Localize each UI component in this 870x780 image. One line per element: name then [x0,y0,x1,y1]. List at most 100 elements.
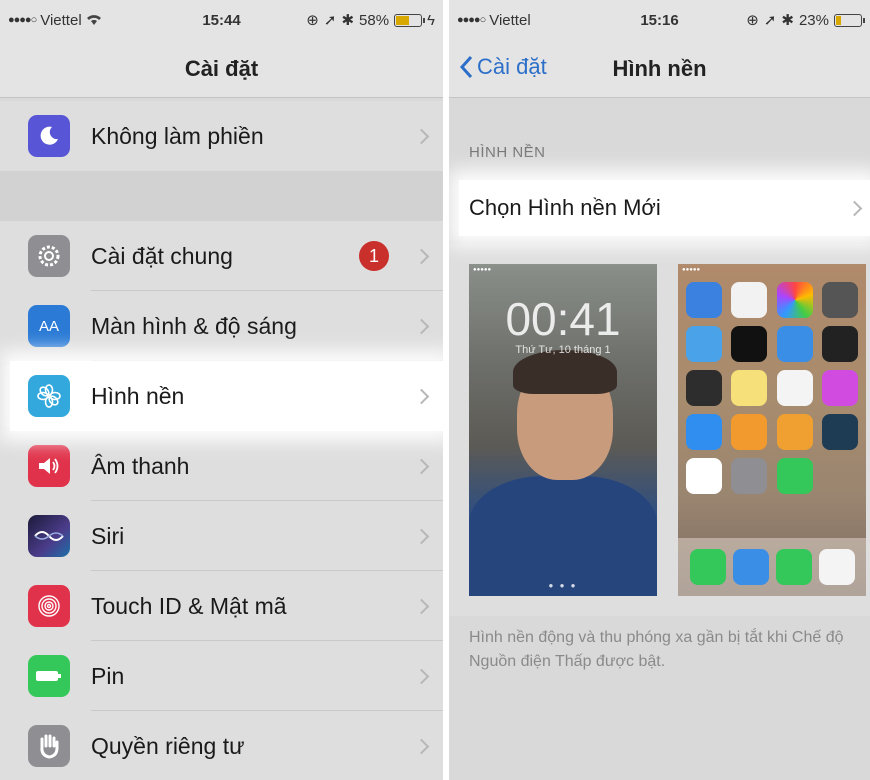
settings-item-do-not-disturb[interactable]: Không làm phiền [0,101,443,171]
facetime-app-icon [776,458,813,494]
battery-icon [394,13,426,27]
settings-item-label: Quyền riêng tư [91,732,245,759]
clock: 15:44 [202,11,241,29]
safari-app-icon [732,549,769,585]
moon-icon [28,115,70,157]
app-icon-grid [686,282,858,494]
status-right: ⊕ ➚ ✱ 58% ϟ [306,11,435,30]
carrier-name: Viettel [489,11,531,29]
settings-app-icon [731,458,768,494]
settings-item-label: Hình nền [91,382,185,409]
settings-item-siri[interactable]: Siri [0,501,443,571]
calendar-app-icon [731,282,768,318]
maps-app-icon [686,326,722,362]
chevron-right-icon [413,668,430,684]
music-app-icon [821,370,858,406]
nav-bar: Cài đặt Hình nền [449,40,870,98]
notification-badge: 1 [359,241,389,271]
carrier: ●●●●○ Viettel [8,12,102,29]
app-store-icon [686,414,722,450]
charging-icon: ϟ [427,11,435,29]
clock-app-icon [731,326,768,362]
mini-status-bar: ●●●●● [682,267,701,273]
back-label: Cài đặt [477,54,547,79]
battery-percent: 23% [798,11,829,29]
wallpaper-preview-area: ●●●●● 00:41 Thứ Tư, 10 tháng 1 ● ● ● ●●●… [449,244,870,616]
messages-app-icon [775,549,812,585]
fingerprint-icon [28,585,70,627]
settings-item-privacy[interactable]: Quyền riêng tư [0,711,443,780]
home-app-icon [776,414,813,450]
siri-icon [28,515,70,557]
settings-item-label: Không làm phiền [91,122,264,149]
page-title: Hình nền [612,55,707,81]
gear-icon [28,235,70,277]
settings-item-label: Cài đặt chung [91,242,233,269]
ibooks-app-icon [731,414,768,450]
mail-app-icon [686,282,722,318]
lock-preview-date: Thứ Tư, 10 tháng 1 [515,344,611,356]
carrier: ●●●●○ Viettel [457,12,531,29]
settings-item-label: Touch ID & Mật mã [91,592,287,619]
bluetooth-icon: ✱ [781,12,794,29]
photo-hair [513,350,617,394]
nav-bar: Cài đặt [0,40,443,98]
settings-item-label: Âm thanh [91,452,190,479]
choose-new-wallpaper-row[interactable]: Chọn Hình nền Mới [459,180,870,236]
hand-icon [28,725,70,767]
phone-app-icon [689,549,726,585]
videos-app-icon [821,414,858,450]
chevron-right-icon [846,200,863,216]
location-icon: ➚ [763,12,777,29]
bluetooth-icon: ✱ [341,12,355,29]
low-power-note: Hình nền động và thu phóng xa gần bị tắt… [469,629,844,670]
back-button[interactable]: Cài đặt [459,54,547,80]
stocks-app-icon [821,326,858,362]
settings-item-wallpaper[interactable]: Hình nền [10,361,443,431]
lock-screen-preview[interactable]: ●●●●● 00:41 Thứ Tư, 10 tháng 1 ● ● ● [469,264,657,596]
settings-item-display-brightness[interactable]: AA Màn hình & độ sáng [0,291,443,361]
battery-icon [28,655,70,697]
settings-item-label: Siri [91,522,125,549]
notes-app-icon [731,370,768,406]
clock: 15:16 [640,11,679,29]
itunes-app-icon [818,549,855,585]
dock [678,538,866,596]
settings-item-general[interactable]: Cài đặt chung 1 [0,221,443,291]
settings-item-label: Màn hình & độ sáng [91,312,297,339]
chevron-right-icon [413,458,430,474]
signal-icon: ●●●●○ [457,14,486,26]
wifi-icon [86,15,101,25]
photo-shirt [469,476,657,596]
page-title: Cài đặt [184,55,259,81]
chevron-right-icon [413,248,430,264]
page-dots: ● ● ● [548,581,578,590]
chevron-right-icon [413,388,430,404]
flower-icon [28,375,70,417]
settings-item-battery[interactable]: Pin [0,641,443,711]
chevron-right-icon [413,318,430,334]
lock-preview-time: 00:41 [505,293,621,345]
settings-item-sounds[interactable]: Âm thanh [0,431,443,501]
status-right: ⊕ ➚ ✱ 23% [746,11,865,29]
camera-app-icon [821,282,858,318]
home-screen-preview[interactable]: ●●●●● [678,264,866,596]
location-icon: ➚ [323,12,337,29]
health-app-icon [686,458,722,494]
chevron-right-icon [413,738,430,754]
settings-item-touch-id-passcode[interactable]: Touch ID & Mật mã [0,571,443,641]
speaker-icon [28,445,70,487]
group-separator [0,171,443,221]
settings-item-label: Pin [91,662,125,689]
wallpaper-screen: ●●●●○ Viettel 15:16 ⊕ ➚ ✱ 23% Cài đặt Hì… [449,0,870,780]
photos-app-icon [776,282,813,318]
text-size-icon: AA [28,305,70,347]
carrier-name: Viettel [40,11,82,29]
weather-app-icon [776,326,813,362]
battery-icon [834,13,865,27]
chevron-right-icon [413,528,430,544]
chevron-left-icon [459,55,473,79]
status-bar: ●●●●○ Viettel 15:44 ⊕ ➚ ✱ 58% ϟ [0,0,443,40]
wallet-app-icon [686,370,722,406]
alarm-icon: ⊕ [746,12,759,29]
